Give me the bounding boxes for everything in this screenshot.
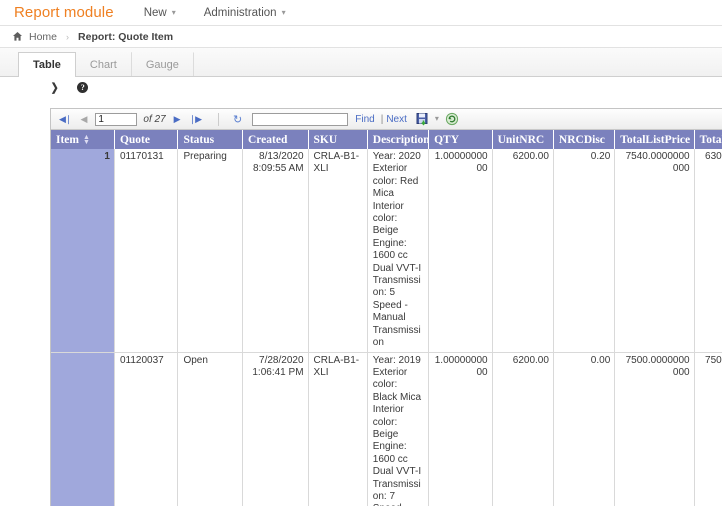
- cell-unitnrc: 6200.00: [492, 352, 554, 506]
- tab-chart[interactable]: Chart: [74, 51, 132, 76]
- cell-created: 7/28/2020 1:06:41 PM: [242, 352, 309, 506]
- view-tabs: Table Chart Gauge: [0, 48, 722, 77]
- tab-gauge[interactable]: Gauge: [130, 51, 194, 76]
- cell-qty: 1.0000000000: [428, 149, 493, 353]
- table-header-row: Item ▲ ▼ Quote Status Created SKU Descript…: [51, 130, 722, 149]
- column-header-nrcdisc[interactable]: NRCDisc: [553, 130, 616, 149]
- last-page-button[interactable]: ❘▶: [189, 114, 203, 125]
- menu-new[interactable]: New ▾: [144, 7, 176, 19]
- column-header-totalnetprice[interactable]: TotalNetPrice: [694, 130, 722, 149]
- expand-parameters-icon[interactable]: ❯: [51, 81, 59, 94]
- cell-qty: 1.0000000000: [428, 352, 493, 506]
- breadcrumb-separator: ›: [66, 31, 70, 42]
- cell-sku: CRLA-B1-XLI: [308, 352, 368, 506]
- column-header-quote[interactable]: Quote: [114, 130, 179, 149]
- column-header-item-label: Item: [56, 133, 79, 146]
- breadcrumb-home-link[interactable]: Home: [29, 31, 57, 43]
- page-count-label: of 27: [143, 113, 166, 125]
- column-header-totallistprice[interactable]: TotalListPrice: [614, 130, 695, 149]
- app-header: Report module New ▾ Administration ▾: [0, 0, 722, 26]
- page-number-input[interactable]: [95, 112, 138, 126]
- cell-totallistprice: 7540.0000000000: [614, 149, 695, 353]
- help-icon[interactable]: ?: [77, 82, 89, 93]
- tab-table[interactable]: Table: [18, 51, 76, 77]
- cell-item: [51, 352, 115, 506]
- chevron-down-icon: ▾: [434, 113, 439, 123]
- column-header-qty[interactable]: QTY: [428, 130, 493, 149]
- table-row[interactable]: 1 01170131 Preparing 8/13/2020 8:09:55 A…: [51, 149, 722, 353]
- previous-page-button[interactable]: ◀: [80, 114, 87, 125]
- column-header-unitnrc[interactable]: UnitNRC: [492, 130, 554, 149]
- column-header-item[interactable]: Item ▲ ▼: [51, 130, 115, 149]
- toolbar-divider: [218, 112, 220, 126]
- menu-new-label: New: [143, 6, 167, 19]
- column-header-created[interactable]: Created: [242, 130, 309, 149]
- app-title: Report module: [14, 4, 114, 21]
- cell-created: 8/13/2020 8:09:55 AM: [242, 149, 309, 353]
- cell-status: Open: [177, 352, 243, 506]
- save-export-icon[interactable]: ▾: [416, 112, 439, 126]
- table-row[interactable]: 01120037 Open 7/28/2020 1:06:41 PM CRLA-…: [51, 352, 722, 506]
- cell-quote: 01120037: [114, 352, 179, 506]
- refresh-icon[interactable]: [445, 112, 459, 126]
- refresh-page-icon[interactable]: ↻: [233, 113, 242, 126]
- find-separator: |: [380, 113, 384, 125]
- next-page-button[interactable]: ▶: [174, 114, 181, 125]
- report-toolbar: ◀❘ ◀ of 27 ▶ ❘▶ ↻ Find | Next ▾: [51, 109, 722, 130]
- menu-administration[interactable]: Administration ▾: [204, 7, 286, 19]
- column-header-status[interactable]: Status: [177, 130, 243, 149]
- cell-unitnrc: 6200.00: [492, 149, 554, 353]
- cell-item: 1: [51, 149, 115, 353]
- column-header-sku[interactable]: SKU: [308, 130, 368, 149]
- cell-totalnetprice: 6300.0000000000: [694, 149, 722, 353]
- table-body: 1 01170131 Preparing 8/13/2020 8:09:55 A…: [51, 149, 722, 506]
- cell-status: Preparing: [177, 149, 243, 353]
- cell-sku: CRLA-B1-XLI: [308, 149, 368, 353]
- cell-totalnetprice: 7500.0000000000: [694, 352, 722, 506]
- column-header-description[interactable]: Description: [367, 130, 430, 149]
- cell-description: Year: 2020 Exterior color: Red Mica Inte…: [367, 149, 430, 353]
- first-page-button[interactable]: ◀❘: [59, 114, 73, 125]
- home-icon: [12, 31, 23, 42]
- cell-totallistprice: 7500.0000000000: [614, 352, 695, 506]
- menu-administration-label: Administration: [203, 6, 277, 19]
- report-grid-container[interactable]: Item ▲ ▼ Quote Status Created SKU Descript…: [51, 130, 722, 506]
- breadcrumb-current: Report: Quote Item: [78, 30, 174, 43]
- parameter-bar: ❯ ?: [0, 77, 722, 96]
- chevron-down-icon: ▾: [171, 7, 176, 17]
- sort-indicator-icon[interactable]: ▲ ▼: [83, 133, 90, 145]
- cell-nrcdisc: 0.20: [553, 149, 616, 353]
- find-input[interactable]: [252, 112, 349, 126]
- find-next-button[interactable]: Next: [386, 114, 407, 125]
- report-body: ❯ ? ◀❘ ◀ of 27 ▶ ❘▶ ↻ Find | Next: [0, 77, 722, 506]
- breadcrumb: Home › Report: Quote Item: [0, 26, 722, 48]
- report-viewer: ◀❘ ◀ of 27 ▶ ❘▶ ↻ Find | Next ▾: [50, 108, 722, 506]
- chevron-down-icon: ▾: [281, 7, 286, 17]
- cell-quote: 01170131: [114, 149, 179, 353]
- find-button[interactable]: Find: [355, 114, 374, 125]
- report-table: Item ▲ ▼ Quote Status Created SKU Descript…: [51, 130, 722, 506]
- cell-description: Year: 2019 Exterior color: Black Mica In…: [367, 352, 430, 506]
- cell-nrcdisc: 0.00: [553, 352, 616, 506]
